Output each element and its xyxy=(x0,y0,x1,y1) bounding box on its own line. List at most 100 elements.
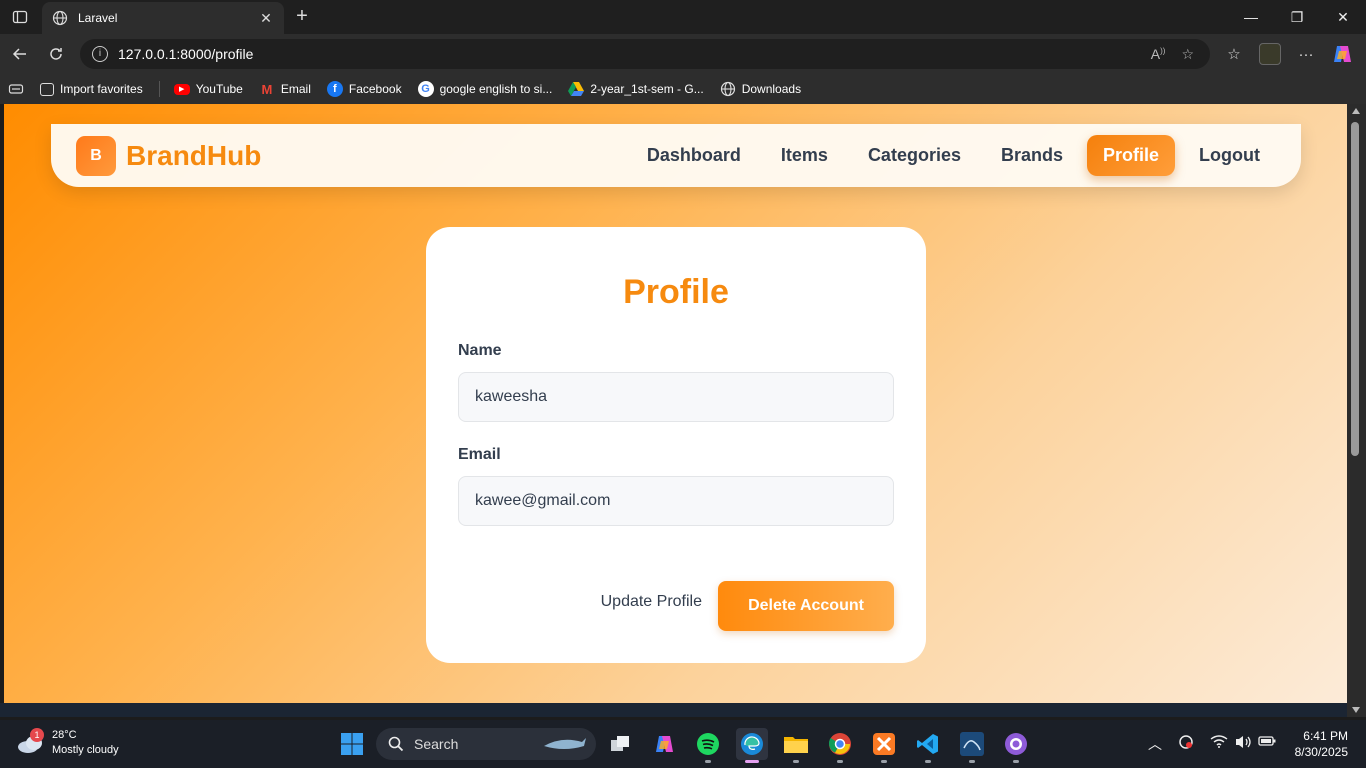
taskbar-edge[interactable] xyxy=(736,728,768,763)
shark-icon xyxy=(544,738,586,749)
spotify-icon xyxy=(697,733,719,755)
nav-brands[interactable]: Brands xyxy=(985,135,1079,176)
delete-account-button[interactable]: Delete Account xyxy=(718,581,894,631)
nav-links: Dashboard Items Categories Brands Profil… xyxy=(623,135,1276,176)
page-title: Profile xyxy=(623,273,729,311)
favorite-facebook[interactable]: f Facebook xyxy=(326,81,402,97)
github-icon xyxy=(1005,733,1027,755)
weather-widget[interactable]: 1 28°C Mostly cloudy xyxy=(16,728,119,758)
globe-icon xyxy=(720,81,736,97)
favorite-label: 2-year_1st-sem - G... xyxy=(590,82,704,96)
page-viewport: B BrandHub Dashboard Items Categories Br… xyxy=(4,104,1347,703)
brand-name[interactable]: BrandHub xyxy=(126,140,261,172)
taskbar-spotify[interactable] xyxy=(692,728,724,763)
favorite-downloads[interactable]: Downloads xyxy=(720,81,801,97)
nav-logout[interactable]: Logout xyxy=(1183,135,1276,176)
profile-card: Profile Name kaweesha Email kawee@gmail.… xyxy=(426,227,926,663)
battery-icon[interactable] xyxy=(1258,734,1276,751)
name-label: Name xyxy=(458,342,502,359)
update-profile-link[interactable]: Update Profile xyxy=(601,593,702,611)
xampp-icon xyxy=(873,733,895,755)
mysql-workbench-icon xyxy=(960,732,984,756)
favorites-icon[interactable]: ☆ xyxy=(1222,42,1246,66)
search-label: Search xyxy=(414,736,459,752)
favorite-import[interactable]: Import favorites xyxy=(40,82,143,96)
tray-app-icon[interactable] xyxy=(1178,734,1194,753)
favorite-google-translate[interactable]: G google english to si... xyxy=(417,81,552,97)
running-indicator xyxy=(793,760,799,763)
favorite-label: Email xyxy=(280,82,311,96)
taskbar-mysql-workbench[interactable] xyxy=(956,728,988,763)
name-field[interactable]: kaweesha xyxy=(458,372,894,422)
url-text[interactable]: 127.0.0.1:8000/profile xyxy=(118,46,1151,62)
nav-categories[interactable]: Categories xyxy=(852,135,977,176)
folder-icon xyxy=(784,737,808,753)
tray-overflow-icon[interactable]: ︿ xyxy=(1148,734,1162,754)
refresh-icon xyxy=(50,48,62,60)
system-clock[interactable]: 6:41 PM 8/30/2025 xyxy=(1295,728,1348,760)
browser-tab-bar: Laravel ✕ + — ❐ ✕ xyxy=(0,0,1366,34)
address-toolbar: i 127.0.0.1:8000/profile A)) ☆ ☆ ··· xyxy=(0,34,1366,74)
page-scrollbar[interactable] xyxy=(1347,104,1366,717)
taskbar-copilot[interactable] xyxy=(648,728,680,760)
scroll-down-icon[interactable] xyxy=(1352,707,1360,713)
scroll-up-icon[interactable] xyxy=(1352,108,1360,114)
volume-icon[interactable] xyxy=(1234,734,1252,753)
tab-title: Laravel xyxy=(78,11,118,25)
favorite-label: Downloads xyxy=(741,82,802,96)
site-info-icon[interactable]: i xyxy=(92,46,108,62)
close-window-button[interactable]: ✕ xyxy=(1320,0,1366,34)
brand-logo[interactable]: B xyxy=(76,135,116,176)
browser-tab[interactable]: Laravel ✕ xyxy=(42,2,284,34)
weather-badge: 1 xyxy=(30,728,44,742)
taskbar-xampp[interactable] xyxy=(868,728,900,763)
task-view-button[interactable] xyxy=(604,728,636,760)
running-indicator xyxy=(881,760,887,763)
favorites-collapse-icon[interactable] xyxy=(8,81,24,97)
taskbar-file-explorer[interactable] xyxy=(780,728,812,763)
refresh-button[interactable] xyxy=(44,42,68,66)
page-bottom-strip xyxy=(0,703,1347,717)
favorite-youtube[interactable]: ▶ YouTube xyxy=(173,82,243,96)
tab-actions-icon[interactable] xyxy=(10,7,30,27)
favorite-label: YouTube xyxy=(195,82,243,96)
taskbar-github-desktop[interactable] xyxy=(1000,728,1032,763)
minimize-button[interactable]: — xyxy=(1228,0,1274,34)
restore-button[interactable]: ❐ xyxy=(1274,0,1320,34)
address-bar[interactable]: i 127.0.0.1:8000/profile A)) ☆ xyxy=(80,39,1210,69)
email-field[interactable]: kawee@gmail.com xyxy=(458,476,894,526)
more-options-icon[interactable]: ··· xyxy=(1294,42,1318,66)
nav-dashboard[interactable]: Dashboard xyxy=(631,135,757,176)
taskbar-chrome[interactable] xyxy=(824,728,856,763)
running-indicator xyxy=(705,760,711,763)
favorite-star-icon[interactable]: ☆ xyxy=(1181,46,1194,63)
new-tab-button[interactable]: + xyxy=(290,5,314,29)
gmail-icon: M xyxy=(261,81,273,97)
wifi-icon[interactable] xyxy=(1210,734,1228,751)
drive-icon xyxy=(568,81,585,97)
favorite-drive[interactable]: 2-year_1st-sem - G... xyxy=(568,81,704,97)
profile-actions: Update Profile Delete Account xyxy=(601,581,894,631)
read-aloud-icon[interactable]: A)) xyxy=(1151,46,1166,62)
start-button[interactable] xyxy=(336,728,368,760)
taskbar-vscode[interactable] xyxy=(912,728,944,763)
taskbar-search[interactable]: Search xyxy=(376,728,596,760)
clock-date: 8/30/2025 xyxy=(1294,745,1348,759)
copilot-icon[interactable] xyxy=(1330,42,1354,66)
weather-desc: Mostly cloudy xyxy=(52,744,119,756)
nav-profile[interactable]: Profile xyxy=(1087,135,1176,176)
copilot-icon xyxy=(656,736,673,752)
favorites-divider xyxy=(158,81,160,97)
nav-items[interactable]: Items xyxy=(765,135,844,176)
clock-time: 6:41 PM xyxy=(1303,729,1348,743)
edge-icon xyxy=(741,733,763,755)
favorite-email[interactable]: M Email xyxy=(259,81,311,97)
scroll-thumb[interactable] xyxy=(1351,122,1359,456)
vscode-icon xyxy=(917,734,938,754)
profile-avatar[interactable] xyxy=(1258,42,1282,66)
tab-close-icon[interactable]: ✕ xyxy=(258,10,274,27)
windows-icon xyxy=(341,733,363,755)
chrome-icon xyxy=(828,733,851,755)
back-button[interactable] xyxy=(8,42,32,66)
site-navbar: B BrandHub Dashboard Items Categories Br… xyxy=(51,124,1301,187)
